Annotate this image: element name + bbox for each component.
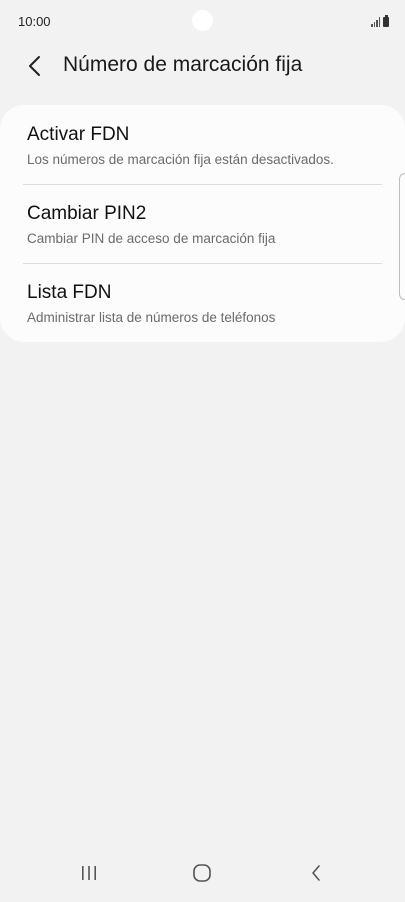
back-button[interactable] bbox=[20, 51, 50, 81]
item-title: Cambiar PIN2 bbox=[27, 203, 147, 224]
battery-icon bbox=[383, 15, 389, 27]
item-subtitle: Administrar lista de números de teléfono… bbox=[27, 310, 276, 325]
recents-button[interactable] bbox=[69, 858, 109, 888]
screen: 10:00 Número de marcación fija Activar F… bbox=[0, 0, 405, 902]
back-icon bbox=[312, 865, 320, 881]
back-nav-button[interactable] bbox=[296, 858, 336, 888]
home-icon bbox=[193, 864, 211, 882]
list-item-cambiar-pin2[interactable]: Cambiar PIN2 Cambiar PIN de acceso de ma… bbox=[0, 184, 405, 263]
settings-card: Activar FDN Los números de marcación fij… bbox=[0, 105, 405, 342]
signal-icon bbox=[371, 17, 380, 27]
chevron-left-icon bbox=[29, 56, 40, 76]
home-button[interactable] bbox=[182, 858, 222, 888]
page-title: Número de marcación fija bbox=[63, 53, 303, 76]
item-subtitle: Los números de marcación fija están desa… bbox=[27, 152, 334, 167]
app-header: Número de marcación fija bbox=[0, 44, 405, 88]
list-item-activar-fdn[interactable]: Activar FDN Los números de marcación fij… bbox=[0, 105, 405, 184]
item-title: Activar FDN bbox=[27, 124, 130, 145]
nav-bar bbox=[0, 848, 405, 902]
scroll-indicator[interactable] bbox=[399, 173, 405, 300]
status-icons bbox=[371, 15, 389, 27]
status-time: 10:00 bbox=[18, 14, 51, 29]
item-subtitle: Cambiar PIN de acceso de marcación fija bbox=[27, 231, 276, 246]
recent-apps-icon bbox=[82, 866, 96, 880]
item-title: Lista FDN bbox=[27, 282, 112, 303]
status-bar: 10:00 bbox=[0, 0, 405, 44]
camera-cutout bbox=[192, 10, 213, 31]
list-item-lista-fdn[interactable]: Lista FDN Administrar lista de números d… bbox=[0, 263, 405, 342]
